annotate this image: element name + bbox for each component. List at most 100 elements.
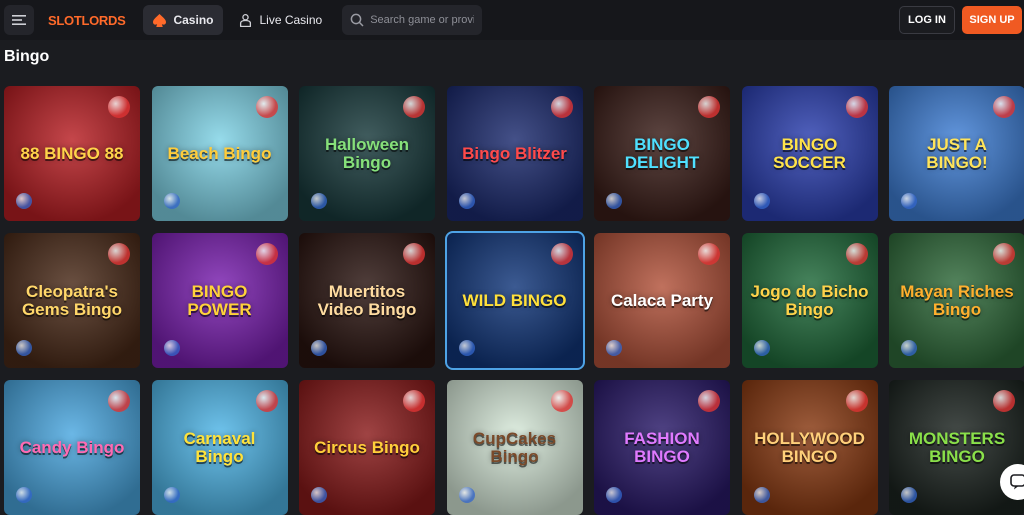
bingo-ball-icon: [255, 243, 278, 265]
game-tile[interactable]: HOLLYWOOD BINGO: [742, 380, 878, 515]
game-tile[interactable]: Bingo Blitzer: [447, 86, 583, 221]
game-tile[interactable]: JUST A BINGO!: [889, 86, 1024, 221]
game-title: FASHION BINGO: [624, 428, 700, 466]
brand-logo[interactable]: SLOTLORDS: [48, 13, 126, 28]
bingo-ball-icon: [550, 243, 573, 265]
game-tile[interactable]: Muertitos Video Bingo: [299, 233, 435, 368]
bingo-ball-icon: [698, 390, 720, 412]
game-tile[interactable]: Carnaval Bingo: [152, 380, 288, 515]
game-tile[interactable]: BINGO DELIGHT: [594, 86, 730, 221]
game-title: BINGO DELIGHT: [624, 134, 700, 172]
game-tile[interactable]: MONSTERS BINGO: [889, 380, 1024, 515]
game-title: WILD BINGO: [462, 290, 567, 310]
game-grid: 88 BINGO 88 Beach Bingo Halloween Bingo Bin…: [4, 86, 1024, 515]
game-tile[interactable]: Candy Bingo: [4, 380, 140, 515]
dealer-icon: [240, 13, 252, 27]
bingo-ball-icon: [108, 243, 130, 265]
bingo-ball-icon: [901, 193, 917, 209]
game-title: Carnaval Bingo: [183, 428, 256, 466]
game-title: JUST A BINGO!: [926, 134, 988, 172]
game-tile[interactable]: BINGO SOCCER: [742, 86, 878, 221]
search-icon: [350, 13, 364, 27]
bingo-ball-icon: [311, 340, 327, 356]
bingo-ball-icon: [901, 340, 917, 356]
game-title: HOLLYWOOD BINGO: [754, 428, 865, 466]
login-button[interactable]: LOG IN: [899, 6, 955, 34]
game-tile[interactable]: Mayan Riches Bingo: [889, 233, 1024, 368]
bingo-ball-icon: [16, 487, 32, 503]
bingo-ball-icon: [311, 193, 327, 209]
bingo-ball-icon: [606, 340, 622, 356]
game-tile[interactable]: Calaca Party: [594, 233, 730, 368]
bingo-ball-icon: [163, 193, 180, 209]
bingo-ball-icon: [845, 243, 868, 265]
game-tile[interactable]: CupCakes Bingo: [447, 380, 583, 515]
game-title: Calaca Party: [610, 290, 714, 310]
hamburger-menu-icon: [12, 15, 26, 25]
spade-icon: [153, 13, 167, 27]
game-title: Muertitos Video Bingo: [317, 281, 417, 319]
game-tile[interactable]: WILD BINGO: [444, 231, 585, 370]
bingo-ball-icon: [550, 96, 573, 118]
game-title: MONSTERS BINGO: [908, 428, 1006, 466]
bingo-ball-icon: [993, 243, 1015, 265]
bingo-ball-icon: [845, 96, 868, 118]
game-tile[interactable]: FASHION BINGO: [594, 380, 730, 515]
bingo-ball-icon: [458, 340, 475, 356]
bingo-ball-icon: [255, 390, 278, 412]
bingo-ball-icon: [550, 390, 573, 412]
bingo-ball-icon: [108, 390, 130, 412]
bingo-ball-icon: [753, 193, 770, 209]
top-navigation-bar: SLOTLORDS Casino Live Casino LOG IN SIGN…: [0, 0, 1024, 40]
game-tile[interactable]: Jogo do Bicho Bingo: [742, 233, 878, 368]
nav-live-casino-label: Live Casino: [259, 13, 323, 27]
game-title: Cleopatra's Gems Bingo: [21, 281, 123, 319]
bingo-ball-icon: [311, 487, 327, 503]
game-title: Halloween Bingo: [324, 134, 410, 172]
game-title: 88 BINGO 88: [20, 143, 124, 163]
search-input[interactable]: [370, 14, 475, 26]
search-box[interactable]: [342, 5, 483, 35]
nav-live-casino[interactable]: Live Casino: [229, 5, 332, 35]
bingo-ball-icon: [108, 96, 130, 118]
bingo-ball-icon: [698, 243, 720, 265]
bingo-ball-icon: [993, 390, 1015, 412]
game-title: Jogo do Bicho Bingo: [750, 281, 869, 319]
bingo-ball-icon: [163, 340, 180, 356]
chat-icon: [1010, 474, 1024, 490]
game-tile[interactable]: Halloween Bingo: [299, 86, 435, 221]
game-title: Candy Bingo: [19, 437, 125, 457]
bingo-ball-icon: [458, 487, 475, 503]
game-title: Bingo Blitzer: [462, 143, 567, 163]
bingo-ball-icon: [403, 390, 425, 412]
bingo-ball-icon: [901, 487, 917, 503]
bingo-ball-icon: [753, 340, 770, 356]
game-tile[interactable]: Beach Bingo: [152, 86, 288, 221]
bingo-ball-icon: [458, 193, 475, 209]
bingo-ball-icon: [753, 487, 770, 503]
nav-casino-label: Casino: [173, 13, 214, 27]
game-tile[interactable]: 88 BINGO 88: [4, 86, 140, 221]
bingo-ball-icon: [606, 487, 622, 503]
game-tile[interactable]: BINGO POWER: [152, 233, 288, 368]
game-tile[interactable]: Cleopatra's Gems Bingo: [4, 233, 140, 368]
menu-button[interactable]: [4, 5, 34, 35]
game-title: Circus Bingo: [314, 437, 420, 457]
bingo-ball-icon: [698, 96, 720, 118]
nav-casino[interactable]: Casino: [143, 5, 224, 35]
game-title: Beach Bingo: [167, 143, 272, 163]
bingo-ball-icon: [606, 193, 622, 209]
game-title: BINGO POWER: [187, 281, 252, 319]
bingo-ball-icon: [403, 96, 425, 118]
game-title: CupCakes Bingo: [472, 428, 557, 466]
bingo-ball-icon: [16, 340, 32, 356]
signup-button[interactable]: SIGN UP: [962, 6, 1022, 34]
game-title: BINGO SOCCER: [773, 134, 846, 172]
bingo-ball-icon: [993, 96, 1015, 118]
bingo-ball-icon: [255, 96, 278, 118]
section-title: Bingo: [4, 48, 50, 65]
bingo-ball-icon: [16, 193, 32, 209]
game-tile[interactable]: Circus Bingo: [299, 380, 435, 515]
bingo-ball-icon: [163, 487, 180, 503]
game-title: Mayan Riches Bingo: [900, 281, 1014, 319]
